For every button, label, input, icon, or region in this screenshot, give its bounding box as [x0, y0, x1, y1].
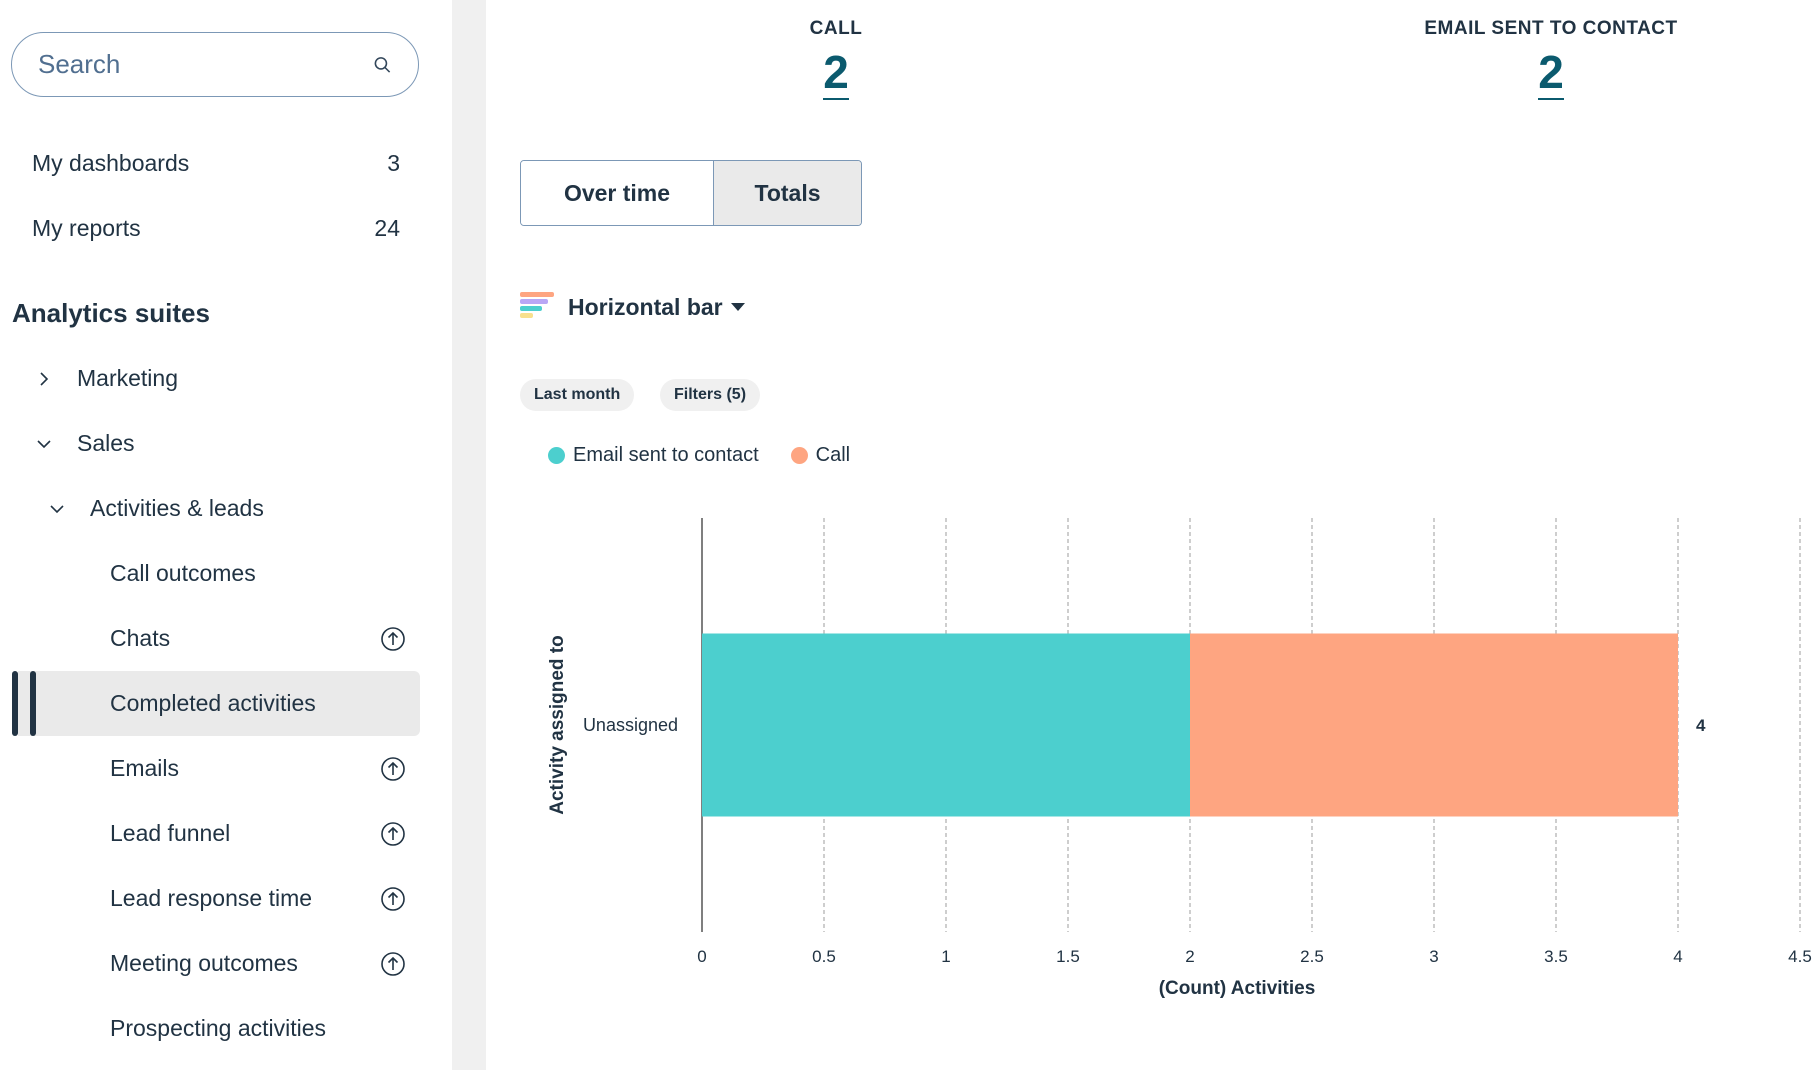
upgrade-arrow-icon — [381, 951, 405, 976]
kpi-call: CALL 2 — [786, 18, 886, 100]
analytics-suites-heading: Analytics suites — [12, 298, 210, 328]
x-tick-label: 4.5 — [1788, 947, 1812, 966]
chart-type-dropdown[interactable]: Horizontal bar — [520, 290, 745, 324]
legend-dot-call — [790, 447, 808, 464]
chevron-down-icon[interactable] — [33, 433, 55, 455]
my-reports-label: My reports — [32, 215, 141, 241]
kpi-value[interactable]: 2 — [823, 48, 849, 100]
report-label: Chats — [110, 625, 171, 651]
chevron-down-icon[interactable] — [46, 498, 68, 520]
report-completed-activities[interactable]: Completed activities — [18, 671, 420, 736]
report-lead-funnel[interactable]: Lead funnel — [0, 801, 420, 866]
selected-indicator — [12, 671, 18, 736]
x-tick-label: 3 — [1429, 947, 1438, 966]
search-input[interactable] — [38, 49, 373, 80]
legend-dot-email — [548, 447, 565, 464]
kpi-email-sent: EMAIL SENT TO CONTACT 2 — [1386, 18, 1716, 100]
horizontal-bar-chart: 0 0.5 1 1.5 2 2.5 3 3.5 4 4.5 Unassigned 4 (Count) A… — [547, 518, 1812, 999]
kpi-value[interactable]: 2 — [1538, 48, 1564, 100]
x-axis-title: (Count) Activities — [1159, 978, 1316, 999]
horizontal-bar-chart-icon — [520, 292, 554, 318]
report-lead-response-time[interactable]: Lead response time — [0, 866, 420, 931]
my-dashboards-item[interactable]: My dashboards 3 — [0, 131, 420, 196]
x-tick-label: 2 — [1185, 947, 1194, 966]
date-range-chip[interactable]: Last month — [520, 379, 635, 411]
kpi-label: EMAIL SENT TO CONTACT — [1424, 18, 1678, 39]
legend-item-email[interactable]: Email sent to contact — [548, 444, 759, 467]
my-dashboards-label: My dashboards — [32, 150, 190, 176]
chart-legend: Email sent to contact Call — [548, 444, 882, 467]
search-box[interactable] — [11, 32, 419, 97]
report-label: Emails — [110, 755, 180, 781]
x-tick-label: 1 — [941, 947, 950, 966]
upgrade-arrow-icon — [381, 626, 405, 651]
x-tick-label: 3.5 — [1544, 947, 1568, 966]
x-tick-label: 0.5 — [812, 947, 836, 966]
x-tick-label: 0 — [697, 947, 706, 966]
tree-item-marketing[interactable]: Marketing — [0, 346, 420, 411]
upgrade-arrow-icon — [381, 821, 405, 846]
report-label: Completed activities — [110, 690, 316, 716]
report-label: Meeting outcomes — [110, 950, 298, 976]
report-prospecting-activities[interactable]: Prospecting activities — [0, 996, 420, 1061]
report-label: Lead response time — [110, 885, 313, 911]
bar-total-label: 4 — [1696, 716, 1706, 735]
legend-label-email: Email sent to contact — [573, 444, 759, 466]
upgrade-arrow-icon — [381, 886, 405, 911]
my-dashboards-count: 3 — [387, 150, 400, 176]
legend-label-call: Call — [815, 444, 851, 466]
report-label: Prospecting activities — [110, 1015, 327, 1041]
x-tick-label: 4 — [1673, 947, 1682, 966]
report-meeting-outcomes[interactable]: Meeting outcomes — [0, 931, 420, 996]
sidebar-divider — [452, 0, 486, 1070]
bar-segment-email — [702, 633, 1190, 817]
chevron-right-icon[interactable] — [33, 368, 55, 390]
y-axis-title: Activity assigned to — [547, 635, 568, 815]
tree-item-sales[interactable]: Sales — [0, 411, 420, 476]
sidebar: My dashboards 3 My reports 24 Analytics … — [0, 0, 452, 1070]
report-label: Lead funnel — [110, 820, 231, 846]
tree-item-sales-label: Sales — [77, 430, 135, 456]
tree-item-marketing-label: Marketing — [77, 365, 178, 391]
report-chats[interactable]: Chats — [0, 606, 420, 671]
caret-down-icon — [730, 303, 745, 311]
chart-type-label: Horizontal bar — [568, 293, 723, 320]
report-emails[interactable]: Emails — [0, 736, 420, 801]
over-time-button[interactable]: Over time — [521, 161, 713, 225]
report-panel: CALL 2 EMAIL SENT TO CONTACT 2 Over time… — [486, 0, 1815, 1070]
my-reports-count: 24 — [374, 215, 400, 241]
y-category-label: Unassigned — [583, 715, 678, 735]
my-reports-item[interactable]: My reports 24 — [0, 196, 420, 261]
totals-button[interactable]: Totals — [713, 161, 861, 225]
tree-item-activities-leads-label: Activities & leads — [90, 495, 264, 521]
tree-item-activities-leads[interactable]: Activities & leads — [0, 476, 420, 541]
upgrade-arrow-icon — [381, 756, 405, 781]
legend-item-call[interactable]: Call — [790, 444, 851, 467]
view-toggle: Over time Totals — [520, 160, 862, 226]
x-tick-label: 1.5 — [1056, 947, 1080, 966]
x-tick-label: 2.5 — [1300, 947, 1324, 966]
report-call-outcomes[interactable]: Call outcomes — [0, 541, 420, 606]
report-label: Call outcomes — [110, 560, 256, 586]
search-icon[interactable] — [373, 52, 392, 78]
bar-segment-call — [1190, 633, 1678, 817]
filters-chip[interactable]: Filters (5) — [660, 379, 761, 411]
kpi-label: CALL — [809, 18, 863, 39]
